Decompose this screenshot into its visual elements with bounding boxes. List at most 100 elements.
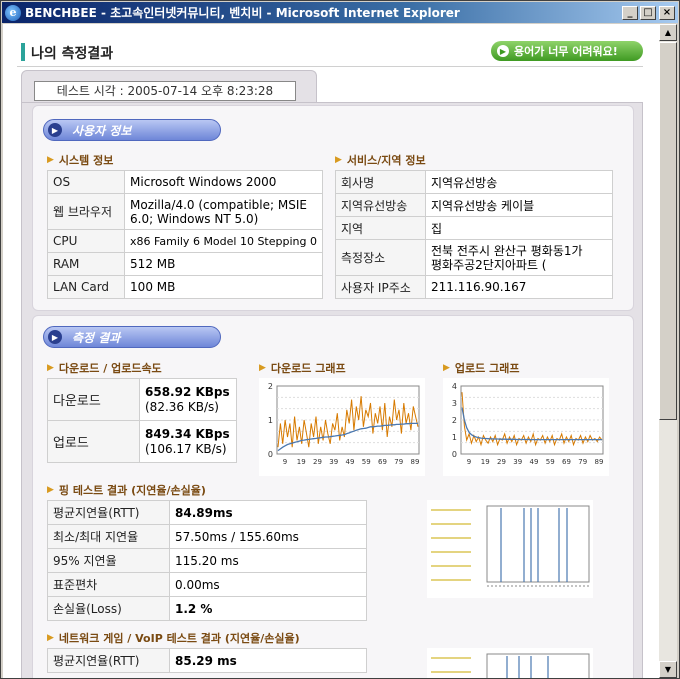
table-cell-value: 전북 전주시 완산구 평화동1가 평화주공2단지아파트 (	[425, 239, 613, 276]
scroll-thumb[interactable]	[659, 42, 677, 420]
y-tick-label: 1	[268, 416, 273, 425]
system-info-title: ▶ 시스템 정보	[47, 152, 113, 168]
table-row: 사용자 IP주소 211.116.90.167	[335, 275, 613, 299]
page-title: 나의 측정결과	[31, 46, 114, 62]
results-header: ▶ 측정 결과	[43, 326, 221, 348]
scroll-up-button[interactable]: ▲	[659, 24, 677, 41]
download-value: 658.92 KBps (82.36 KB/s)	[139, 378, 237, 421]
table-row: LAN Card 100 MB	[46, 275, 323, 299]
triangle-right-icon: ▶	[47, 363, 54, 373]
test-time-tab: 테스트 시각 : 2005-07-14 오후 8:23:28	[21, 70, 317, 104]
arrow-right-icon: ▶	[48, 330, 62, 344]
upload-graph-title-label: 업로드 그래프	[454, 362, 520, 375]
table-cell-value: 211.116.90.167	[425, 275, 613, 299]
table-cell-value: 85.29 ms	[169, 648, 367, 673]
table-row: 평균지연율(RTT) 84.89ms	[47, 500, 367, 525]
table-cell-value: 100 MB	[124, 275, 323, 299]
help-button[interactable]: ▶ 용어가 너무 어려워요!	[491, 41, 643, 61]
table-cell-value: 지역유선방송 케이블	[425, 193, 613, 217]
table-row: 표준편차 0.00ms	[47, 572, 367, 597]
x-tick-label: 49	[346, 458, 355, 466]
y-tick-label: 3	[452, 399, 457, 408]
user-info-panel: ▶ 사용자 정보 ▶ 시스템 정보 OS Microsoft Windows 2…	[32, 105, 634, 311]
x-tick-label: 29	[497, 458, 506, 466]
table-cell-key: 표준편차	[47, 572, 170, 597]
x-tick-label: 39	[513, 458, 522, 466]
table-cell-key: 지역	[335, 216, 426, 240]
table-row: 측정장소 전북 전주시 완산구 평화동1가 평화주공2단지아파트 (	[335, 239, 613, 276]
table-row: RAM 512 MB	[46, 252, 323, 276]
title-bar[interactable]: e BENCHBEE - 초고속인터넷커뮤니티, 벤치비 - Microsoft…	[2, 2, 678, 23]
triangle-right-icon: ▶	[335, 155, 342, 165]
ping-distribution-graph	[427, 500, 593, 598]
triangle-right-icon: ▶	[47, 485, 54, 495]
game-test-table: 평균지연율(RTT) 85.29 ms	[47, 648, 367, 673]
x-tick-label: 9	[467, 458, 471, 466]
x-tick-label: 79	[394, 458, 403, 466]
table-cell-key: 사용자 IP주소	[335, 275, 426, 299]
table-cell-key: CPU	[46, 229, 126, 253]
ie-logo-icon: e	[5, 4, 21, 21]
table-cell-value: Mozilla/4.0 (compatible; MSIE 6.0; Windo…	[124, 193, 323, 230]
user-info-header: ▶ 사용자 정보	[43, 119, 221, 141]
triangle-right-icon: ▶	[47, 155, 54, 165]
table-cell-value: 지역유선방송	[425, 170, 613, 194]
system-info-title-label: 시스템 정보	[58, 154, 114, 167]
scroll-down-button[interactable]: ▼	[659, 661, 677, 678]
table-cell-value: 115.20 ms	[169, 548, 367, 573]
game-distribution-graph	[427, 648, 593, 678]
table-cell-value: 0.00ms	[169, 572, 367, 597]
y-tick-label: 0	[268, 450, 273, 459]
speed-title-label: 다운로드 / 업로드속도	[58, 362, 162, 375]
speed-title: ▶ 다운로드 / 업로드속도	[47, 360, 162, 376]
x-tick-label: 59	[362, 458, 371, 466]
table-cell-key: RAM	[46, 252, 126, 276]
table-cell-value: 57.50ms / 155.60ms	[169, 524, 367, 549]
test-time: 테스트 시각 : 2005-07-14 오후 8:23:28	[34, 81, 296, 101]
vertical-scrollbar[interactable]: ▲ ▼	[659, 24, 677, 678]
table-cell-value: 512 MB	[124, 252, 323, 276]
table-cell-value: 집	[425, 216, 613, 240]
x-tick-label: 69	[562, 458, 571, 466]
triangle-right-icon: ▶	[47, 633, 54, 643]
table-cell-key: OS	[46, 170, 126, 194]
page-header: 나의 측정결과 ▶ 용어가 너무 어려워요!	[17, 41, 643, 67]
table-row: 평균지연율(RTT) 85.29 ms	[47, 648, 367, 673]
game-test-title-label: 네트워크 게임 / VoIP 테스트 결과 (지연율/손실율)	[58, 632, 300, 645]
download-graph-title: ▶ 다운로드 그래프	[259, 360, 346, 376]
y-tick-label: 2	[452, 416, 457, 425]
minimize-button[interactable]: _	[622, 5, 638, 20]
x-tick-label: 39	[329, 458, 338, 466]
y-tick-label: 2	[268, 382, 273, 391]
upload-speed: 849.34 KBps	[145, 426, 230, 441]
location-line-2: 평화주공2단지아파트 (	[431, 257, 547, 272]
table-row: OS Microsoft Windows 2000	[46, 170, 323, 194]
download-speed: 658.92 KBps	[145, 384, 230, 399]
download-graph-title-label: 다운로드 그래프	[270, 362, 346, 375]
system-info-table: OS Microsoft Windows 2000 웹 브라우저 Mozilla…	[46, 170, 323, 299]
close-button[interactable]: ×	[659, 5, 675, 20]
browser-line-2: 6.0; Windows NT 5.0)	[130, 211, 259, 226]
service-info-table: 회사명 지역유선방송 지역유선방송 지역유선방송 케이블 지역 집 측정장소 전…	[335, 170, 613, 299]
x-tick-label: 9	[283, 458, 287, 466]
speed-table: 다운로드 658.92 KBps (82.36 KB/s) 업로드 849.34…	[47, 378, 237, 463]
table-cell-key: 측정장소	[335, 239, 426, 276]
table-cell-key: 95% 지연율	[47, 548, 170, 573]
user-info-header-label: 사용자 정보	[72, 123, 132, 138]
download-graph: 2 1 0 9 19 29 39 49 59 69 79 89	[259, 378, 425, 476]
table-cell-key: 지역유선방송	[335, 193, 426, 217]
table-cell-key: 평균지연율(RTT)	[47, 648, 170, 673]
table-cell-value: 84.89ms	[169, 500, 367, 525]
upload-graph: 4 3 2 1 0 9 19 29 39 49 59 69 79 89	[443, 378, 609, 476]
table-row: 95% 지연율 115.20 ms	[47, 548, 367, 573]
table-cell-key: LAN Card	[46, 275, 126, 299]
table-cell-value: x86 Family 6 Model 10 Stepping 0	[124, 229, 323, 253]
window-title: BENCHBEE - 초고속인터넷커뮤니티, 벤치비 - Microsoft I…	[25, 6, 460, 20]
ie-window: e BENCHBEE - 초고속인터넷커뮤니티, 벤치비 - Microsoft…	[0, 0, 680, 679]
x-tick-label: 69	[378, 458, 387, 466]
x-tick-label: 19	[297, 458, 306, 466]
maximize-button[interactable]: □	[640, 5, 656, 20]
table-row: 최소/최대 지연율 57.50ms / 155.60ms	[47, 524, 367, 549]
x-tick-label: 59	[546, 458, 555, 466]
download-label: 다운로드	[47, 378, 140, 421]
